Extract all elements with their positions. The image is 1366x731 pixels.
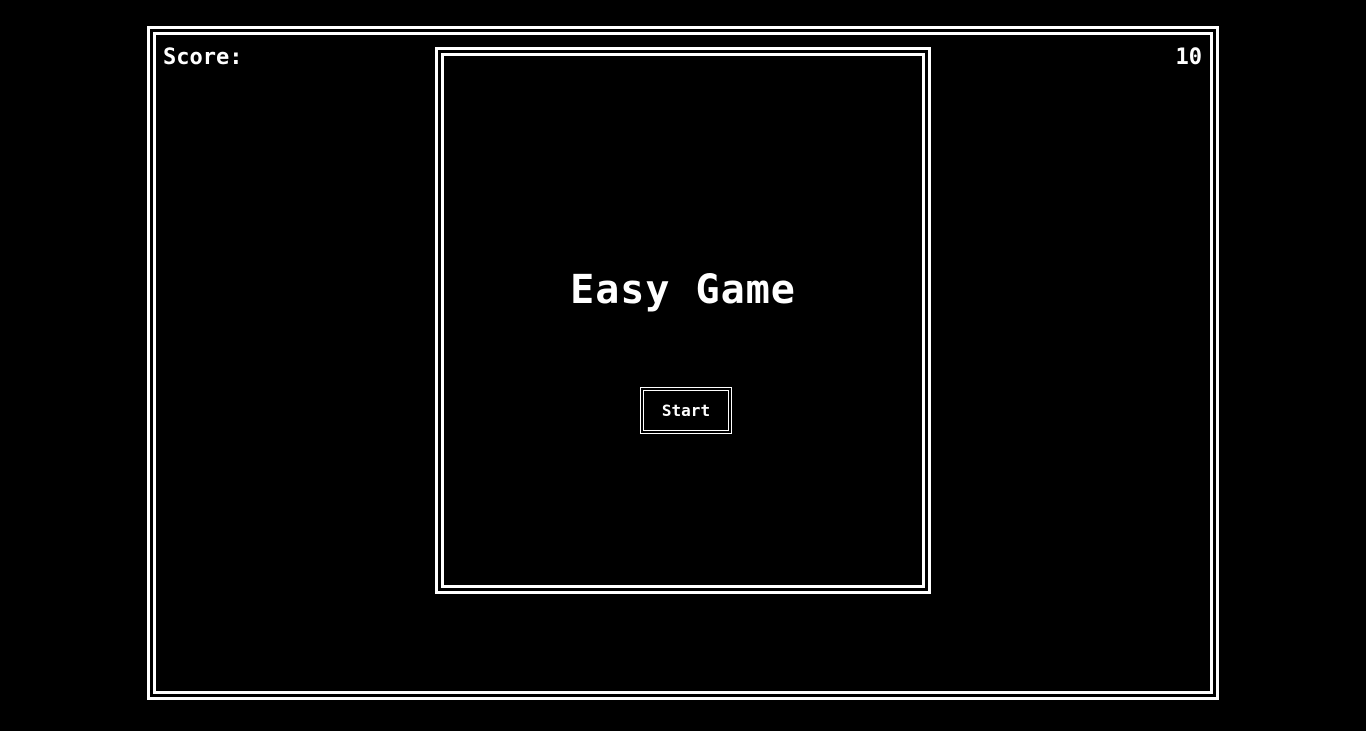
score-value: 10 (1175, 45, 1203, 70)
game-title: Easy Game (570, 267, 796, 313)
start-menu-panel: Easy Game Start (435, 47, 931, 594)
start-button[interactable]: Start (640, 387, 732, 434)
score-label: Score: (163, 45, 243, 70)
